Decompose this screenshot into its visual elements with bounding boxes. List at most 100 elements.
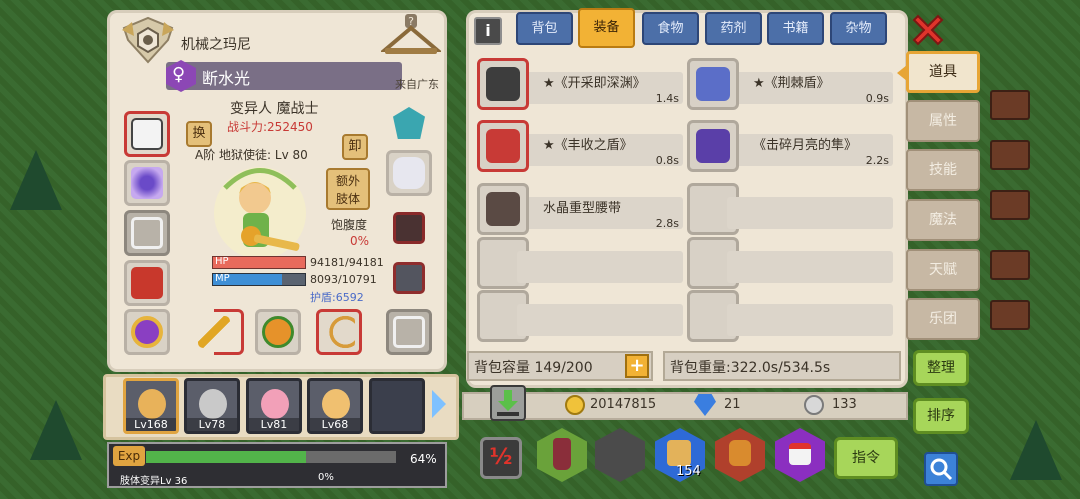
exp-percent: 64%: [410, 452, 437, 466]
close-icon[interactable]: [910, 12, 946, 48]
limb-label: 肢体变异Lv 36: [120, 476, 188, 487]
silver-amount: 133: [832, 397, 857, 412]
offhand-slot[interactable]: [255, 309, 301, 355]
ring-slot[interactable]: [124, 309, 170, 355]
hp-value: 94181/94181: [310, 256, 384, 269]
portrait-icon: [138, 389, 166, 419]
scroll-icon: [667, 440, 691, 466]
crystal-icon: [393, 107, 425, 139]
tab-5[interactable]: 书籍: [767, 12, 824, 45]
tab-4[interactable]: 药剂: [705, 12, 762, 45]
empty-item-slot[interactable]: [477, 290, 683, 342]
party-member[interactable]: Lv168: [123, 378, 179, 434]
hanger-icon[interactable]: ?: [379, 14, 443, 60]
inventory-item[interactable]: 《击碎月亮的隼》 2.2s: [687, 120, 893, 172]
tab-3[interactable]: 食物: [642, 12, 699, 45]
tab-6[interactable]: 杂物: [830, 12, 887, 45]
thorn-shield-icon: [696, 67, 730, 101]
side-tab-5[interactable]: 天赋: [906, 249, 980, 291]
necklace-slot[interactable]: [124, 160, 170, 206]
helmet-slot[interactable]: [124, 111, 170, 157]
armor-icon: [696, 129, 730, 163]
mp-label: MP: [215, 273, 230, 284]
cloak-icon: [131, 267, 163, 299]
mp-value: 8093/10791: [310, 273, 377, 286]
weapon-frame: [214, 309, 244, 355]
party-level: Lv78: [187, 418, 237, 431]
half-icon[interactable]: ½: [480, 437, 522, 479]
item-weight: 0.9s: [865, 92, 889, 105]
portrait-icon: [322, 389, 350, 419]
expand-capacity-button[interactable]: +: [625, 354, 649, 378]
tree-decoration: [30, 400, 82, 460]
shelf-decoration: [990, 190, 1030, 220]
item-name: ★《开采即深渊》: [543, 76, 646, 91]
info-button[interactable]: i: [474, 17, 502, 45]
item-weight: 2.8s: [655, 217, 679, 230]
origin-label: 来自广东: [395, 78, 439, 91]
harvest-shield-icon: [486, 129, 520, 163]
inventory-item[interactable]: 水晶重型腰带 2.8s: [477, 183, 683, 235]
empty-item-slot[interactable]: [477, 237, 683, 289]
pumpkin-icon: [262, 316, 294, 348]
limb-percent: 0%: [318, 472, 334, 483]
extra-limb-button[interactable]: 额外 肢体: [326, 168, 370, 210]
shelf-decoration: [990, 90, 1030, 120]
gauntlet-icon: [393, 157, 425, 189]
dark-armor-icon: [393, 212, 425, 244]
locked-slot[interactable]: [124, 210, 170, 256]
empty-item-slot[interactable]: [687, 183, 893, 235]
side-tab-2[interactable]: 属性: [906, 100, 980, 142]
sort-button[interactable]: 排序: [913, 398, 969, 434]
inventory-item[interactable]: ★《开采即深渊》 1.4s: [477, 58, 683, 110]
armor-slot[interactable]: [386, 205, 432, 251]
shelf-decoration: [990, 300, 1030, 330]
unequip-button[interactable]: 卸: [342, 134, 368, 160]
tab-1[interactable]: 背包: [516, 12, 573, 45]
organize-button[interactable]: 整理: [913, 350, 969, 386]
empty-item-slot[interactable]: [687, 290, 893, 342]
capacity-label: 背包容量 149/200: [474, 360, 593, 376]
mask-icon: [131, 118, 163, 150]
swap-button[interactable]: 换: [186, 121, 212, 147]
empty-party-slot[interactable]: [369, 378, 425, 434]
side-tab-1[interactable]: 道具: [906, 51, 980, 93]
satiety-value: 0%: [350, 234, 370, 248]
party-member[interactable]: Lv78: [184, 378, 240, 434]
gold-amount: 20147815: [590, 397, 657, 412]
portrait-icon: [261, 389, 289, 419]
character-name: 断水光: [202, 69, 251, 88]
item-name: 《击碎月亮的隼》: [753, 138, 858, 153]
party-level: Lv81: [249, 418, 299, 431]
bow-slot[interactable]: [316, 309, 362, 355]
inventory-item[interactable]: ★《丰收之盾》 0.8s: [477, 120, 683, 172]
party-level: Lv68: [310, 418, 360, 431]
cloak-slot[interactable]: [124, 260, 170, 306]
item-name: ★《丰收之盾》: [543, 138, 633, 153]
item-weight: 2.2s: [865, 154, 889, 167]
relic-slot[interactable]: [386, 100, 432, 146]
class-label: 变异人 魔战士: [230, 101, 319, 117]
search-icon[interactable]: [924, 452, 958, 486]
glove-slot[interactable]: [386, 150, 432, 196]
empty-slot-icon: [393, 316, 425, 348]
locked-slot[interactable]: [386, 309, 432, 355]
party-member[interactable]: Lv81: [246, 378, 302, 434]
party-member[interactable]: Lv68: [307, 378, 363, 434]
side-tab-4[interactable]: 魔法: [906, 199, 980, 241]
tab-2[interactable]: 装备: [578, 8, 635, 48]
command-button[interactable]: 指令: [834, 437, 898, 479]
inventory-item[interactable]: ★《荆棘盾》 0.9s: [687, 58, 893, 110]
iron-boots-icon: [393, 262, 425, 294]
shield-value: 护盾:6592: [310, 291, 364, 304]
empty-item-slot[interactable]: [687, 237, 893, 289]
download-icon[interactable]: [490, 385, 526, 421]
character-sprite: [205, 158, 315, 268]
side-tab-3[interactable]: 技能: [906, 149, 980, 191]
side-tab-6[interactable]: 乐团: [906, 298, 980, 340]
boots-slot[interactable]: [386, 255, 432, 301]
exp-label: Exp: [113, 446, 145, 466]
silver-coin-icon: [804, 395, 824, 415]
tree-decoration: [1010, 420, 1062, 480]
party-next-arrow-icon[interactable]: [432, 390, 446, 418]
